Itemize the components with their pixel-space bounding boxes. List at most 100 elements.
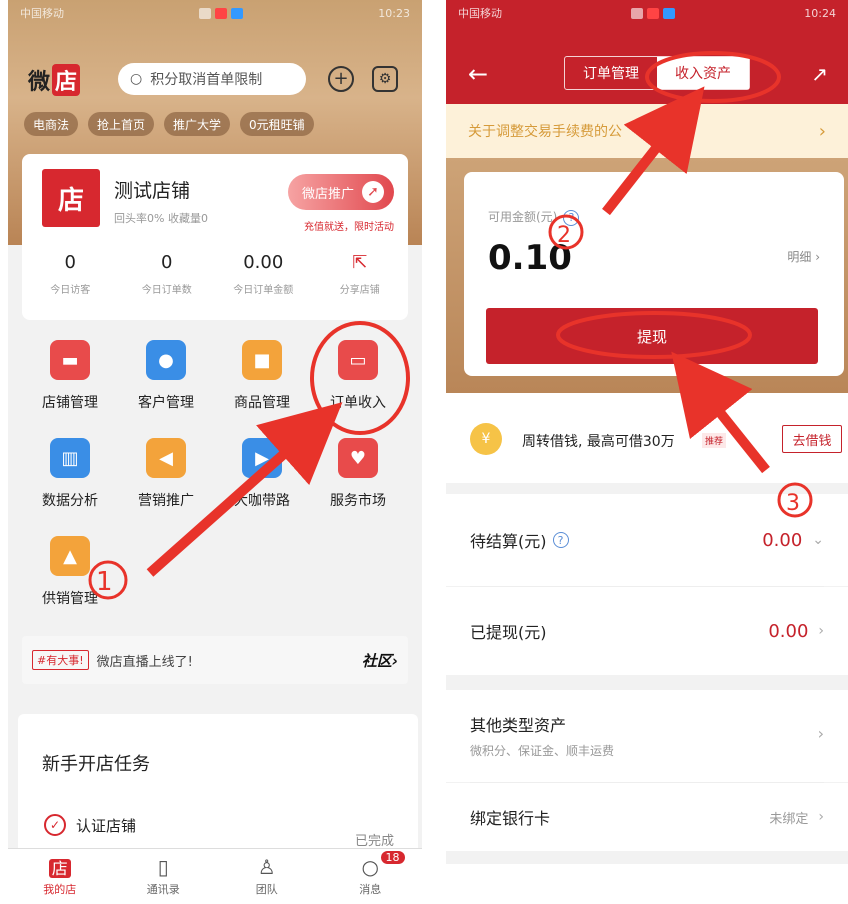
tab-team[interactable]: ♙ 团队 <box>215 849 319 904</box>
bind-bank-card-row[interactable]: 绑定银行卡 未绑定 › <box>446 783 848 851</box>
withdraw-button[interactable]: 提现 <box>486 308 818 364</box>
chip-list: 电商法 抢上首页 推广大学 0元租旺铺 <box>24 112 314 136</box>
grid-service-market[interactable]: ♥ 服务市场 <box>310 428 406 510</box>
shop-metrics: 回头率0% 收藏量0 <box>114 212 208 225</box>
tab-income-assets[interactable]: 收入资产 <box>657 57 749 89</box>
stat-amount[interactable]: 0.00 今日订单金额 <box>215 252 312 296</box>
heart-icon: ♥ <box>338 438 378 478</box>
other-assets-label: 其他类型资产 <box>470 716 567 735</box>
share-icon: ⇱ <box>352 252 368 273</box>
withdrawn-row[interactable]: 已提现(元) 0.00 › <box>446 587 848 675</box>
stat-orders[interactable]: 0 今日订单数 <box>119 252 216 296</box>
today-stats: 0 今日访客 0 今日订单数 0.00 今日订单金额 ⇱ 分享店铺 <box>22 252 408 296</box>
grid-order-income[interactable]: ▭ 订单收入 <box>310 330 406 412</box>
shop-card: 店 测试店铺 回头率0% 收藏量0 微店推广 ➚ 充值就送，限时活动 0 今日访客 … <box>22 154 408 320</box>
right-phone-screen: 中国移动 10:24 ← 订单管理 收入资产 ↗ 关于调整交易手续费的公 › 可用… <box>446 0 848 904</box>
withdrawn-label: 已提现(元) <box>470 623 547 642</box>
withdrawn-value: 0.00 <box>768 620 809 642</box>
other-assets-row[interactable]: 其他类型资产 微积分、保证金、顺丰运费 › <box>446 690 848 782</box>
status-icons <box>199 7 244 19</box>
unread-badge: 18 <box>378 849 407 866</box>
bag-icon: ■ <box>242 340 282 380</box>
tab-contacts[interactable]: ▯ 通讯录 <box>112 849 216 904</box>
store-icon: ▬ <box>50 340 90 380</box>
tab-messages[interactable]: ○ 消息 18 <box>319 849 423 904</box>
segment-control: 订单管理 收入资产 <box>564 56 750 90</box>
trend-chart-icon[interactable]: ↗ <box>811 62 828 86</box>
app-notification-icon <box>231 7 244 19</box>
app-notification-icon <box>647 7 660 19</box>
stat-visitors[interactable]: 0 今日访客 <box>22 252 119 296</box>
balance-card: 可用金额(元)? 0.10 明细 › 提现 <box>464 172 844 376</box>
help-icon[interactable]: ? <box>563 209 580 226</box>
tab-my-shop[interactable]: 店我的店 <box>8 849 112 904</box>
help-icon[interactable]: ? <box>552 532 569 548</box>
app-notification-icon <box>663 7 676 19</box>
pending-value: 0.00 <box>762 529 803 551</box>
available-amount-label: 可用金额(元)? <box>488 208 580 226</box>
back-arrow-icon[interactable]: ← <box>468 60 488 88</box>
tab-order-management[interactable]: 订单管理 <box>565 57 657 89</box>
search-icon: ○ <box>130 71 143 87</box>
rocket-icon: ➚ <box>362 181 385 203</box>
wallet-icon: ▭ <box>338 340 378 380</box>
status-bar: 中国移动 10:23 <box>8 0 422 26</box>
available-amount-value: 0.10 <box>488 238 572 278</box>
notice-tag: #有大事! <box>32 650 89 670</box>
chevron-right-icon: › <box>818 623 824 639</box>
chevron-right-icon: › <box>818 809 824 825</box>
coin-icon: ¥ <box>470 423 502 455</box>
grid-data-analysis[interactable]: ▥ 数据分析 <box>22 428 118 510</box>
community-link[interactable]: 社区› <box>362 650 398 671</box>
other-assets-sub: 微积分、保证金、顺丰运费 <box>470 744 615 758</box>
search-placeholder: 积分取消首单限制 <box>150 72 263 88</box>
settings-gear-icon[interactable]: ⚙ <box>372 66 398 92</box>
grid-product-management[interactable]: ■ 商品管理 <box>214 330 310 412</box>
task-status: 已完成 <box>354 834 394 849</box>
grid-store-management[interactable]: ▬ 店铺管理 <box>22 330 118 412</box>
announcement-bar[interactable]: 关于调整交易手续费的公 › <box>446 104 848 158</box>
promote-button[interactable]: 微店推广 ➚ <box>288 174 394 210</box>
chip-free-store[interactable]: 0元租旺铺 <box>240 112 314 136</box>
grid-customer-management[interactable]: ● 客户管理 <box>118 330 214 412</box>
chip-homepage[interactable]: 抢上首页 <box>88 112 155 136</box>
shop-avatar: 店 <box>42 169 100 227</box>
search-input[interactable]: ○ 积分取消首单限制 <box>118 63 306 95</box>
pending-label: 待结算(元) <box>470 532 547 551</box>
grid-expert-guide[interactable]: ▶ 大咖带路 <box>214 428 310 510</box>
community-notice[interactable]: #有大事! 微店直播上线了! 社区› <box>22 636 408 684</box>
status-time: 10:23 <box>378 6 410 20</box>
contacts-icon: ▯ <box>157 855 169 879</box>
boxes-icon: ▲ <box>50 536 90 576</box>
loan-banner: ¥ 周转借钱, 最高可借30万 推荐 去借钱 <box>446 393 848 483</box>
add-icon[interactable]: + <box>328 66 354 92</box>
share-shop[interactable]: ⇱ 分享店铺 <box>312 252 409 296</box>
task-title: 新手开店任务 <box>42 754 150 775</box>
task-item-verify[interactable]: ✓ 认证店铺 <box>44 814 136 836</box>
sim-icon <box>199 7 212 19</box>
loan-text: 周转借钱, 最高可借30万 <box>522 434 675 450</box>
chip-promotion-university[interactable]: 推广大学 <box>164 112 231 136</box>
chevron-down-icon: ⌄ <box>812 532 824 548</box>
details-link[interactable]: 明细 › <box>787 248 820 265</box>
chip-ecommerce-law[interactable]: 电商法 <box>24 112 79 136</box>
newbie-task-card: 新手开店任务 ✓ 认证店铺 已完成 <box>18 714 418 854</box>
person-icon: ● <box>146 340 186 380</box>
announcement-text: 关于调整交易手续费的公 <box>468 124 622 140</box>
megaphone-icon: ◀ <box>146 438 186 478</box>
chevron-right-icon: › <box>817 724 824 743</box>
grid-supply-management[interactable]: ▲ 供销管理 <box>22 526 118 608</box>
bottom-promo-area <box>446 864 848 904</box>
sim-icon <box>631 7 644 19</box>
flag-icon: ▶ <box>242 438 282 478</box>
promo-subtext: 充值就送，限时活动 <box>304 222 394 233</box>
weidian-logo: 微店 <box>28 64 81 96</box>
bottom-tab-bar: 店我的店 ▯ 通讯录 ♙ 团队 ○ 消息 18 <box>8 848 422 904</box>
pending-settlement-row[interactable]: 待结算(元)? 0.00 ⌄ <box>446 494 848 586</box>
app-notification-icon <box>215 7 228 19</box>
grid-marketing[interactable]: ◀ 营销推广 <box>118 428 214 510</box>
shop-name: 测试店铺 <box>114 180 191 202</box>
check-icon: ✓ <box>44 814 66 836</box>
borrow-button[interactable]: 去借钱 <box>782 425 842 453</box>
promote-label: 微店推广 <box>302 186 355 202</box>
